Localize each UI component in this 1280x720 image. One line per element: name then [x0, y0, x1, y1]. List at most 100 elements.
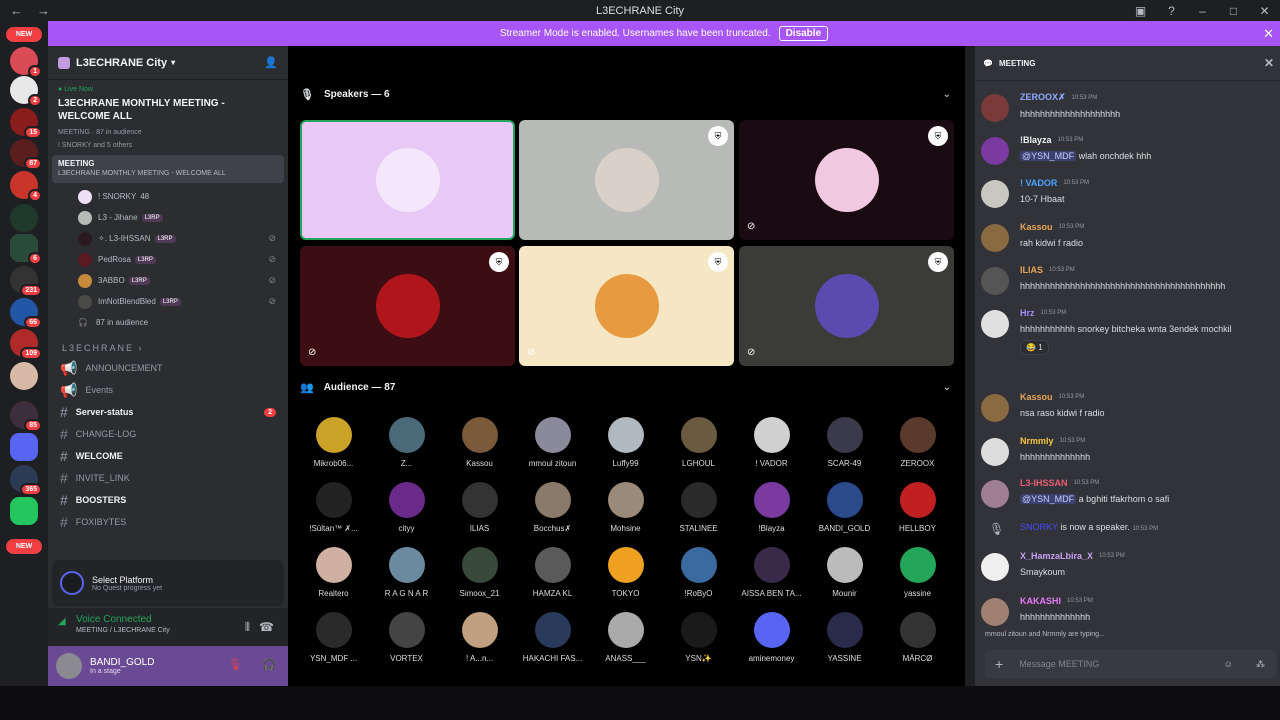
voice-user[interactable]: PedRosa L3RP ⊘	[48, 249, 288, 270]
audience-member[interactable]: Mikrob06...	[297, 417, 370, 468]
audience-member[interactable]: Luffy99	[589, 417, 662, 468]
audience-member[interactable]: Mounir	[808, 547, 881, 598]
apps-icon[interactable]: ⁂	[1256, 659, 1265, 670]
chat-message[interactable]: Kassou 10:53 PM rah kidwi f radio	[975, 222, 1280, 252]
server-icon[interactable]: 365	[10, 465, 42, 496]
chat-message[interactable]: 🎙 SNORKY is now a speaker. 10:53 PM	[975, 520, 1280, 536]
avatar[interactable]	[981, 224, 1009, 252]
message-author[interactable]: L3-IHSSAN	[1020, 478, 1068, 488]
stage-channel-meeting[interactable]: MEETING L3ECHRANE MONTHLY MEETING - WELC…	[52, 155, 284, 183]
speaker-tile[interactable]: ⛨ ⊘	[519, 246, 734, 366]
avatar[interactable]	[981, 598, 1009, 626]
server-icon[interactable]: 109	[10, 329, 42, 360]
voice-user[interactable]: 3ABBO L3RP ⊘	[48, 270, 288, 291]
avatar[interactable]	[981, 553, 1009, 581]
chevron-down-icon[interactable]: ⌄	[943, 89, 951, 100]
chat-message[interactable]: Kassou 10:53 PM nsa raso kidwi f radio	[975, 392, 1280, 422]
message-author[interactable]: ZEROOX✗	[1020, 92, 1066, 103]
disconnect-icon[interactable]: ☎	[259, 620, 274, 634]
server-icon[interactable]: 85	[10, 401, 42, 432]
audience-member[interactable]: LGHOUL	[662, 417, 735, 468]
audience-member[interactable]: YSN✨	[662, 612, 735, 663]
maximize-button[interactable]: □	[1218, 4, 1249, 18]
chat-message[interactable]: L3-IHSSAN 10:53 PM @YSN_MDF a bghiti tfakr…	[975, 478, 1280, 508]
audience-member[interactable]: HAMZA KL	[516, 547, 589, 598]
avatar[interactable]	[981, 137, 1009, 165]
speaker-tile[interactable]: ⛨	[519, 120, 734, 240]
message-author[interactable]: !Blayza	[1020, 135, 1052, 145]
avatar[interactable]	[981, 394, 1009, 422]
audience-header[interactable]: 👥 Audience — 87	[300, 381, 395, 394]
chat-message[interactable]: X_HamzaLbira_X 10:53 PM Smaykoum	[975, 551, 1280, 581]
audience-member[interactable]: !Sültan™ ✗...	[297, 482, 370, 533]
chat-message[interactable]: ILIAS 10:53 PM hhhhhhhhhhhhhhhhhhhhhhhhhhh…	[975, 265, 1280, 295]
audience-member[interactable]: TOKYO	[589, 547, 662, 598]
avatar[interactable]	[981, 480, 1009, 508]
quest-card[interactable]: Select Platform No Quest progress yet	[52, 560, 284, 606]
server-icon[interactable]: 4	[10, 171, 42, 202]
server-icon[interactable]: 1	[10, 47, 42, 78]
channel-announcement[interactable]: 📢 ANNOUNCEMENT	[48, 357, 288, 379]
message-author[interactable]: Nrmmly	[1020, 436, 1054, 446]
server-icon[interactable]: 2	[10, 76, 42, 107]
headphones-icon[interactable]: 🎧	[262, 658, 276, 671]
message-author[interactable]: Kassou	[1020, 392, 1053, 402]
server-icon[interactable]	[10, 204, 38, 232]
message-input[interactable]: + Message MEETING ☺ ⁂	[985, 650, 1277, 678]
emoji-icon[interactable]: ☺	[1224, 659, 1233, 669]
user-mention[interactable]: @YSN_MDF	[1020, 151, 1077, 161]
audience-member[interactable]: R A G N A R	[370, 547, 443, 598]
server-icon[interactable]	[10, 497, 38, 525]
audience-member[interactable]: Realtero	[297, 547, 370, 598]
chat-message[interactable]: KAKASHI 10:53 PM hhhhhhhhhhhhhh	[975, 596, 1280, 626]
chat-message[interactable]: ! VADOR 10:53 PM 10-7 Hbaat	[975, 178, 1280, 208]
message-author[interactable]: Kassou	[1020, 222, 1053, 232]
audience-member[interactable]: Mohsine	[589, 482, 662, 533]
audience-member[interactable]: ILIAS	[443, 482, 516, 533]
voice-user[interactable]: ✧. L3-IHSSAN L3RP ⊘	[48, 228, 288, 249]
audience-member[interactable]: SCAR-49	[808, 417, 881, 468]
audience-member[interactable]: VORTEX	[370, 612, 443, 663]
audience-member[interactable]: MÄRCØ	[881, 612, 954, 663]
close-window-button[interactable]: ✕	[1249, 4, 1280, 18]
audience-member[interactable]: Bocchus✗	[516, 482, 589, 533]
channel-welcome[interactable]: # WELCOME	[48, 445, 288, 467]
audience-member[interactable]: YSN_MDF ...	[297, 612, 370, 663]
live-event-card[interactable]: ● Live Now L3ECHRANE MONTHLY MEETING - W…	[48, 80, 288, 149]
server-icon[interactable]: 87	[10, 139, 42, 170]
server-header[interactable]: L3ECHRANE City ▾ 👤	[48, 46, 288, 80]
message-author[interactable]: X_HamzaLbira_X	[1020, 551, 1093, 561]
audience-member[interactable]: STALINEE	[662, 482, 735, 533]
category-header[interactable]: L3ECHRANE ›	[48, 333, 288, 357]
mute-mic-icon[interactable]: 🎙	[228, 658, 242, 671]
message-author[interactable]: Hrz	[1020, 308, 1035, 318]
server-icon[interactable]: 231	[10, 266, 42, 297]
audience-member[interactable]: ! VADOR	[735, 417, 808, 468]
chat-message[interactable]: !Blayza 10:53 PM @YSN_MDF wlah onchdek hhh	[975, 135, 1280, 165]
speakers-header[interactable]: 🎙 Speakers — 6	[300, 88, 390, 101]
folder-icon[interactable]	[10, 433, 38, 461]
audience-count-row[interactable]: 🎧 87 in audience	[48, 312, 288, 333]
inbox-icon[interactable]: ▣	[1125, 4, 1156, 18]
server-icon-selected[interactable]: 6	[10, 234, 42, 265]
audience-member[interactable]: mmoul zitoun	[516, 417, 589, 468]
audience-member[interactable]: Kassou	[443, 417, 516, 468]
speaker-tile[interactable]: ⛨ ⊘	[739, 246, 954, 366]
channel-invite-link[interactable]: # INVITE_LINK	[48, 467, 288, 489]
audience-member[interactable]: ANASS___	[589, 612, 662, 663]
avatar[interactable]	[981, 94, 1009, 122]
channel-server-status[interactable]: # Server-status 2	[48, 401, 288, 423]
server-icon[interactable]: 66	[10, 298, 42, 329]
chat-message[interactable]: ZEROOX✗ 10:53 PM hhhhhhhhhhhhhhhhhhhh	[975, 92, 1280, 122]
voice-user[interactable]: ! SNORKY 48	[48, 186, 288, 207]
server-icon[interactable]: 15	[10, 108, 42, 139]
message-author[interactable]: SNORKY	[1020, 522, 1058, 532]
audience-member[interactable]: AISSA BEN TA...	[735, 547, 808, 598]
audience-member[interactable]: aminemoney	[735, 612, 808, 663]
avatar[interactable]	[56, 653, 82, 679]
chat-message[interactable]: Hrz 10:53 PM hhhhhhhhhhh snorkey bitcheka …	[975, 308, 1280, 355]
channel-change-log[interactable]: # CHANGE-LOG	[48, 423, 288, 445]
user-mention[interactable]: @YSN_MDF	[1020, 494, 1077, 504]
close-chat-icon[interactable]: ✕	[1264, 56, 1274, 70]
close-banner-icon[interactable]: ✕	[1263, 26, 1274, 42]
